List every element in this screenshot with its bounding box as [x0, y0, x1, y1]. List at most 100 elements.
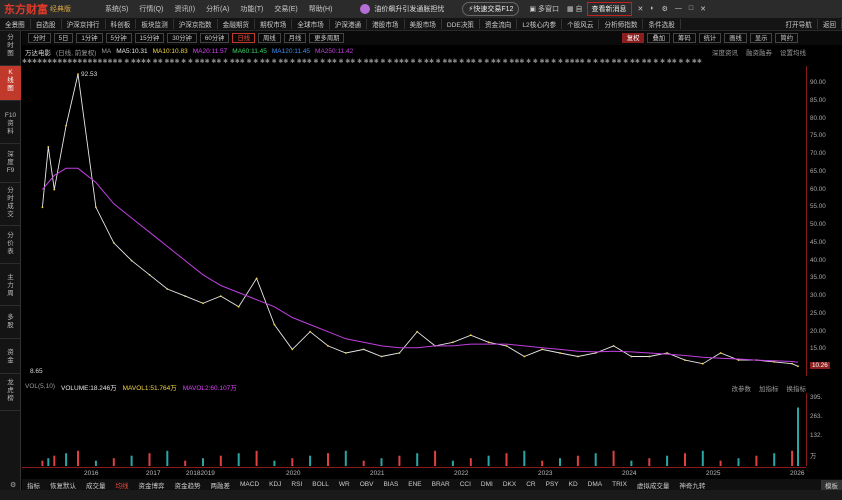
indicator-tab[interactable]: 成交量 [81, 480, 111, 490]
adjust-button[interactable]: 复权 [621, 33, 645, 43]
indicator-tab[interactable]: MACD [235, 481, 264, 488]
indicator-tab[interactable]: CR [521, 481, 540, 488]
indicator-tab[interactable]: PSY [541, 481, 564, 488]
indicator-tab[interactable]: 指标 [22, 480, 45, 490]
indicator-tab[interactable]: BRAR [427, 481, 455, 488]
sidebar-main-force[interactable]: 主 力 周 [0, 271, 21, 306]
change-params-link[interactable]: 改参数 [732, 383, 752, 393]
minimize-icon[interactable]: — [675, 5, 682, 13]
indicator-tab[interactable]: TRIX [607, 481, 632, 488]
sidebar-funds[interactable]: 资 金 [0, 346, 21, 374]
period-timeshare[interactable]: 分时 [28, 33, 51, 43]
menu-quotes[interactable]: 行情(Q) [139, 4, 163, 14]
volume-chart[interactable] [22, 393, 806, 466]
add-indicator-link[interactable]: 加指标 [759, 383, 779, 393]
indicator-tab[interactable]: 神奇九转 [674, 480, 710, 490]
sidebar-timeshare[interactable]: 分 时 图 [0, 31, 21, 66]
draw-button[interactable]: 画线 [724, 33, 747, 43]
self-select-button[interactable]: ▦ 自 [567, 4, 583, 14]
period-5day[interactable]: 5日 [53, 33, 74, 43]
nav-item[interactable]: 沪深港通 [330, 19, 368, 29]
indicator-tab[interactable]: CCI [455, 481, 476, 488]
period-more[interactable]: 更多周期 [309, 33, 345, 43]
margin-link[interactable]: 融资融券 [746, 47, 772, 57]
simple-button[interactable]: 简约 [775, 33, 798, 43]
skin-icon[interactable]: ◐ [650, 5, 654, 13]
news-button[interactable]: 查看新消息 [586, 2, 632, 16]
period-daily[interactable]: 日线 [232, 33, 256, 43]
period-monthly[interactable]: 月线 [283, 33, 307, 43]
nav-item[interactable]: DDE决策 [442, 19, 481, 29]
indicator-tab[interactable]: ENE [403, 481, 426, 488]
overlay-button[interactable]: 叠加 [647, 33, 671, 43]
sidebar-kline[interactable]: K 线 图 [0, 66, 21, 101]
stock-name[interactable]: 万达电影 [25, 47, 51, 57]
sidebar-f10[interactable]: F10 资 料 [0, 109, 21, 144]
switch-indicator-link[interactable]: 换指标 [787, 383, 807, 393]
nav-item[interactable]: 沪深京排行 [62, 19, 106, 29]
nav-item[interactable]: 资金流向 [480, 19, 518, 29]
nav-item[interactable]: 分析师指数 [599, 19, 644, 29]
indicator-tab[interactable]: WR [334, 481, 355, 488]
indicator-tab[interactable]: RSI [286, 481, 307, 488]
indicator-tab[interactable]: 恢复默认 [45, 480, 81, 490]
nav-item[interactable]: 美股市场 [405, 19, 442, 29]
price-chart[interactable]: 92.53 8.65 [22, 66, 806, 376]
gear-icon[interactable]: ⚙ [10, 481, 22, 490]
nav-item[interactable]: 自选股 [31, 19, 62, 29]
nav-item[interactable]: 港股市场 [367, 19, 405, 29]
menu-system[interactable]: 系统(S) [105, 4, 128, 14]
indicator-tab[interactable]: DMI [476, 481, 498, 488]
period-weekly[interactable]: 周线 [258, 33, 281, 43]
nav-item[interactable]: 沪深京指数 [174, 19, 218, 29]
close-icon[interactable]: ✕ [700, 5, 706, 13]
period-30min[interactable]: 30分钟 [167, 33, 197, 43]
menu-help[interactable]: 帮助(H) [309, 4, 333, 14]
period-60min[interactable]: 60分钟 [199, 33, 230, 43]
multi-window-button[interactable]: ▣ 多窗口 [529, 4, 559, 14]
set-ma-link[interactable]: 设置均线 [780, 47, 806, 57]
sidebar-price-table[interactable]: 分 价 表 [0, 229, 21, 264]
nav-item[interactable]: 期权市场 [255, 19, 293, 29]
period-5min[interactable]: 5分钟 [105, 33, 132, 43]
nav-item[interactable]: 条件选股 [643, 19, 681, 29]
menu-function[interactable]: 功能(T) [240, 4, 263, 14]
back-button[interactable]: 返回 [818, 19, 842, 29]
fast-trade-button[interactable]: ⚡快速交易F12 [462, 2, 520, 16]
sidebar-f9[interactable]: 深 度 F9 [0, 148, 21, 183]
indicator-tab[interactable]: KDJ [264, 481, 286, 488]
nav-item[interactable]: 板块监测 [136, 19, 174, 29]
close-small-icon[interactable]: ✕ [638, 5, 644, 13]
display-button[interactable]: 显示 [749, 33, 773, 43]
indicator-tab[interactable]: DKX [498, 481, 521, 488]
menu-analysis[interactable]: 分析(A) [206, 4, 229, 14]
app-logo[interactable]: 东方财富 经典版 [0, 1, 75, 17]
chips-button[interactable]: 筹码 [673, 33, 696, 43]
period-1min[interactable]: 1分钟 [76, 33, 103, 43]
indicator-tab[interactable]: OBV [355, 481, 379, 488]
menu-info[interactable]: 资讯(I) [174, 4, 195, 14]
stats-button[interactable]: 统计 [698, 33, 722, 43]
nav-item[interactable]: 金融期货 [218, 19, 256, 29]
period-15min[interactable]: 15分钟 [134, 33, 165, 43]
news-ticker[interactable]: 油价飙升引发通胀担忧 [360, 4, 444, 14]
menu-trade[interactable]: 交易(E) [274, 4, 297, 14]
open-nav-button[interactable]: 打开导航 [780, 19, 818, 29]
maximize-icon[interactable]: □ [689, 5, 693, 13]
indicator-tab[interactable]: 虚拟成交量 [632, 480, 675, 490]
nav-item[interactable]: L2核心内参 [517, 19, 563, 29]
indicator-tab[interactable]: 模板 [821, 479, 842, 490]
indicator-tab[interactable]: 资金趋势 [170, 480, 206, 490]
sidebar-multi-stock[interactable]: 多 股 [0, 311, 21, 339]
nav-item[interactable]: 个股风云 [562, 19, 600, 29]
indicator-tab[interactable]: 两融差 [206, 480, 236, 490]
sidebar-dragon-tiger[interactable]: 龙 虎 榜 [0, 376, 21, 411]
nav-item[interactable]: 科创板 [106, 19, 137, 29]
indicator-tab[interactable]: KD [564, 481, 583, 488]
sidebar-ticks[interactable]: 分 时 成 交 [0, 184, 21, 226]
settings-icon[interactable]: ⚙ [662, 5, 668, 13]
nav-item[interactable]: 全球市场 [292, 19, 330, 29]
nav-item[interactable]: 全景图 [0, 19, 31, 29]
indicator-tab[interactable]: 资金博弈 [134, 480, 170, 490]
indicator-tab[interactable]: BOLL [307, 481, 334, 488]
